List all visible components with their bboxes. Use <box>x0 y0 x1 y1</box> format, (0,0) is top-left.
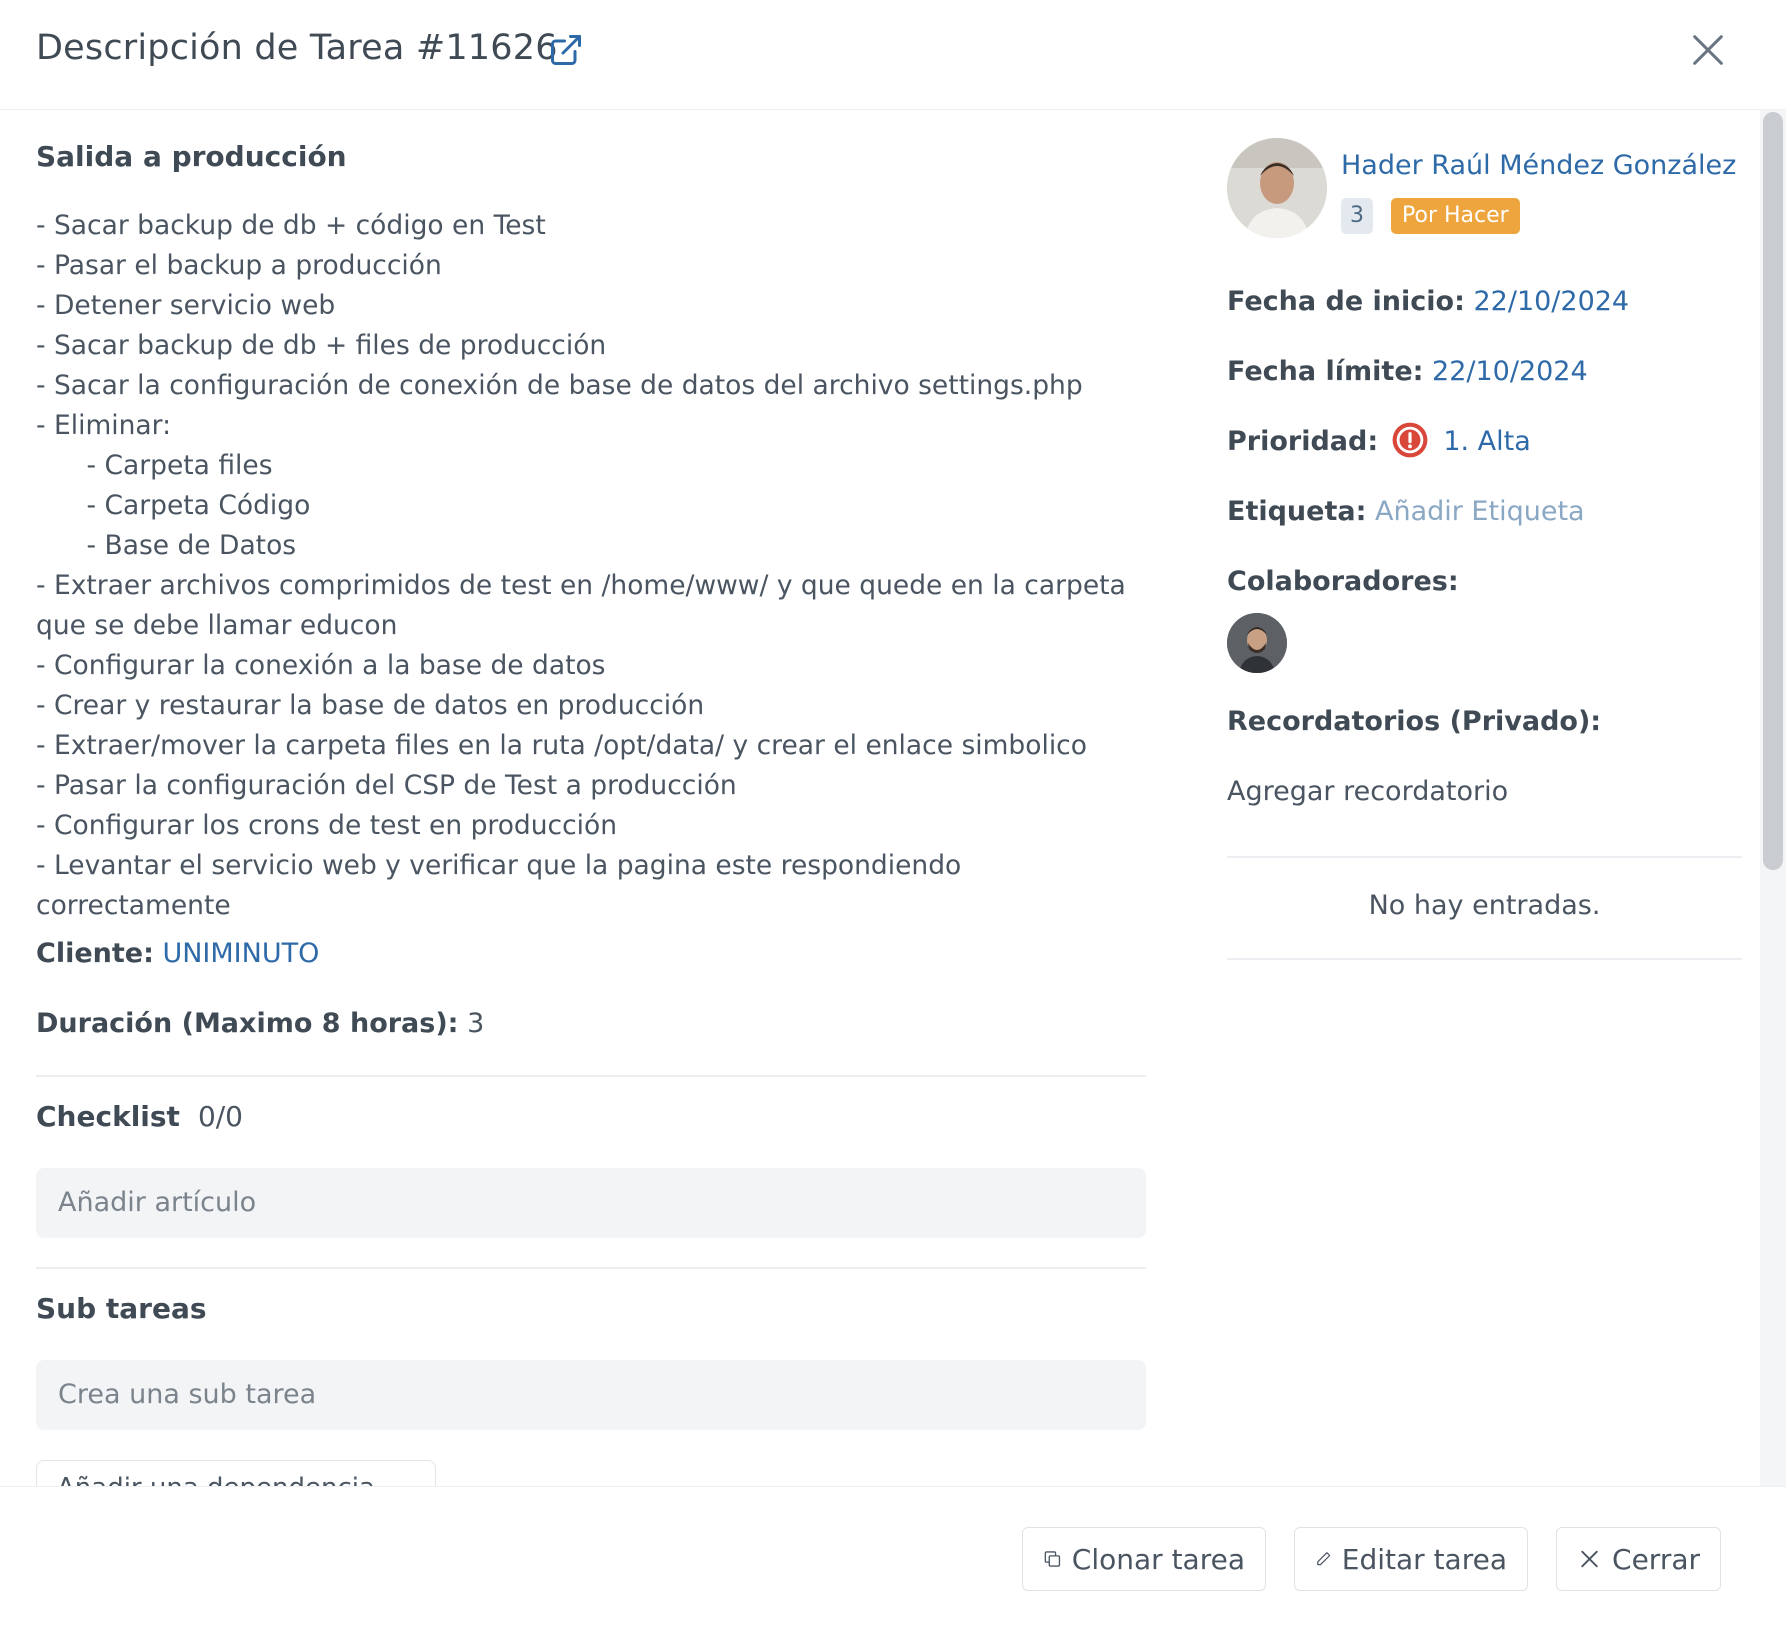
clone-task-label: Clonar tarea <box>1071 1542 1245 1576</box>
reminders-label: Recordatorios (Privado): <box>1227 706 1602 737</box>
close-icon <box>1581 1550 1598 1568</box>
collaborator-avatar[interactable] <box>1227 613 1287 673</box>
edit-task-button[interactable]: Editar tarea <box>1294 1527 1528 1591</box>
priority-field: Prioridad: 1. Alta <box>1227 422 1531 459</box>
duration-field: Duración (Maximo 8 horas): 3 <box>36 1008 484 1039</box>
assignee-avatar <box>1227 138 1327 238</box>
collaborators-field: Colaboradores: <box>1227 566 1459 597</box>
add-tag-link[interactable]: Añadir Etiqueta <box>1375 496 1585 527</box>
start-date-label: Fecha de inicio: <box>1227 286 1465 317</box>
clone-task-button[interactable]: Clonar tarea <box>1022 1527 1266 1591</box>
external-link-icon[interactable] <box>548 32 584 68</box>
divider <box>36 1075 1146 1077</box>
add-dependency-button[interactable]: Añadir una dependencia <box>36 1460 436 1486</box>
modal-body: Salida a producción - Sacar backup de db… <box>0 110 1760 1486</box>
description-title: Salida a producción <box>36 140 347 173</box>
tag-field: Etiqueta: Añadir Etiqueta <box>1227 496 1585 527</box>
count-badge: 3 <box>1341 198 1373 234</box>
client-label: Cliente: <box>36 938 154 969</box>
close-label: Cerrar <box>1612 1542 1700 1576</box>
tag-label: Etiqueta: <box>1227 496 1367 527</box>
checklist-count: 0/0 <box>197 1100 243 1133</box>
reminders-field: Recordatorios (Privado): <box>1227 706 1601 737</box>
start-date-field: Fecha de inicio: 22/10/2024 <box>1227 286 1629 317</box>
divider <box>1227 856 1742 858</box>
status-badge[interactable]: Por Hacer <box>1391 198 1520 234</box>
add-reminder-link[interactable]: Agregar recordatorio <box>1227 776 1508 807</box>
assignee-name[interactable]: Hader Raúl Méndez González <box>1341 150 1736 181</box>
close-button[interactable]: Cerrar <box>1556 1527 1721 1591</box>
duration-value: 3 <box>467 1008 485 1039</box>
close-icon[interactable] <box>1688 30 1728 70</box>
collaborators-label: Colaboradores: <box>1227 566 1459 597</box>
copy-icon <box>1044 1551 1061 1567</box>
client-link[interactable]: UNIMINUTO <box>162 938 319 969</box>
start-date-value[interactable]: 22/10/2024 <box>1473 286 1629 317</box>
due-date-value[interactable]: 22/10/2024 <box>1432 356 1588 387</box>
modal-title: Descripción de Tarea #11626 <box>36 28 558 68</box>
checklist-input[interactable]: Añadir artículo <box>36 1168 1146 1238</box>
pencil-icon <box>1317 1552 1331 1566</box>
checklist-title: Checklist 0/0 <box>36 1100 243 1133</box>
subtasks-title: Sub tareas <box>36 1292 207 1325</box>
modal-header: Descripción de Tarea #11626 <box>0 0 1786 110</box>
duration-label: Duración (Maximo 8 horas): <box>36 1008 459 1039</box>
priority-value[interactable]: 1. Alta <box>1443 426 1530 457</box>
due-date-label: Fecha límite: <box>1227 356 1424 387</box>
divider <box>36 1267 1146 1269</box>
client-field: Cliente: UNIMINUTO <box>36 938 319 969</box>
subtask-input[interactable]: Crea una sub tarea <box>36 1360 1146 1430</box>
description-text: - Sacar backup de db + código en Test - … <box>36 210 1126 921</box>
due-date-field: Fecha límite: 22/10/2024 <box>1227 356 1588 387</box>
modal-footer: Clonar tarea Editar tarea Cerrar <box>0 1486 1786 1628</box>
scrollbar-thumb[interactable] <box>1763 112 1783 870</box>
priority-label: Prioridad: <box>1227 426 1379 457</box>
no-entries-text: No hay entradas. <box>1368 890 1601 921</box>
divider <box>1227 958 1742 960</box>
add-dependency-label: Añadir una dependencia <box>57 1473 375 1486</box>
alert-icon <box>1392 422 1428 457</box>
edit-task-label: Editar tarea <box>1341 1542 1507 1576</box>
checklist-label: Checklist <box>36 1100 180 1133</box>
